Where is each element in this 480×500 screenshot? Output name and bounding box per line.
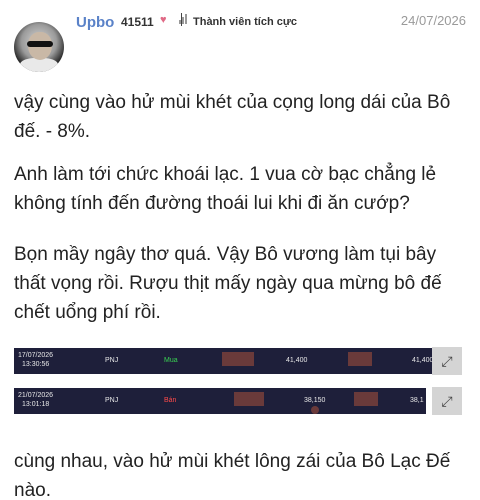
post-paragraph: Anh làm tới chức khoái lạc. 1 vua cờ bạc… [14, 164, 437, 214]
trade-side: Bán [164, 397, 177, 404]
post-paragraph: Bọn mầy ngây thơ quá. Vậy Bô vương làm t… [14, 244, 442, 323]
user-rank: Thành viên tích cực [193, 16, 297, 28]
avatar[interactable] [14, 22, 64, 72]
trade-symbol: PNJ [105, 397, 119, 404]
heart-icon: ♥ [160, 14, 167, 26]
trade-time: 13:30:56 [22, 361, 50, 368]
rank-bars-icon [179, 14, 188, 24]
trade-side: Mua [164, 357, 178, 364]
trade-image-buy[interactable]: 17/07/2026 13:30:56 PNJ Mua 41,400 41,40… [14, 348, 462, 374]
trade-date: 21/07/2026 [18, 392, 54, 399]
trade-image-sell[interactable]: 21/07/2026 13:01:18 PNJ Bán 38,150 38,1 [14, 388, 426, 414]
trade-datetime: 17/07/2026 13:30:56 [18, 351, 53, 369]
user-points: 41511 [121, 15, 154, 29]
post-paragraph: vậy cùng vào hử mùi khét của cọng long d… [14, 92, 451, 142]
redacted-block [354, 392, 378, 406]
redacted-dot [311, 406, 319, 414]
redacted-block [234, 392, 264, 406]
trade-price: 38,150 [304, 397, 326, 404]
trade-datetime: 21/07/2026 13:01:18 [18, 391, 53, 409]
forum-post: Upbo 41511 ♥ Thành viên tích cực 24/07/2… [0, 0, 480, 500]
avatar-glasses [27, 41, 53, 47]
username-link[interactable]: Upbo [76, 14, 114, 31]
avatar-collar [20, 58, 58, 72]
expand-image-button[interactable]: ⤢ [432, 347, 462, 375]
trade-price: 41,400 [286, 357, 308, 364]
expand-arrows-icon: ⤢ [441, 392, 453, 409]
post-paragraph: cùng nhau, vào hử mùi khét lông zái của … [14, 451, 451, 500]
post-date[interactable]: 24/07/2026 [401, 13, 466, 28]
trade-date: 17/07/2026 [18, 352, 54, 359]
post-meta: Upbo 41511 ♥ Thành viên tích cực 24/07/2… [76, 10, 466, 34]
trade-total: 38,1 [410, 397, 424, 404]
redacted-block [348, 352, 372, 366]
redacted-block [222, 352, 254, 366]
trade-total: 41,400 [412, 357, 434, 364]
trade-time: 13:01:18 [22, 401, 50, 408]
expand-image-button[interactable]: ⤢ [432, 387, 462, 415]
trade-symbol: PNJ [105, 357, 119, 364]
expand-arrows-icon: ⤢ [441, 352, 453, 369]
